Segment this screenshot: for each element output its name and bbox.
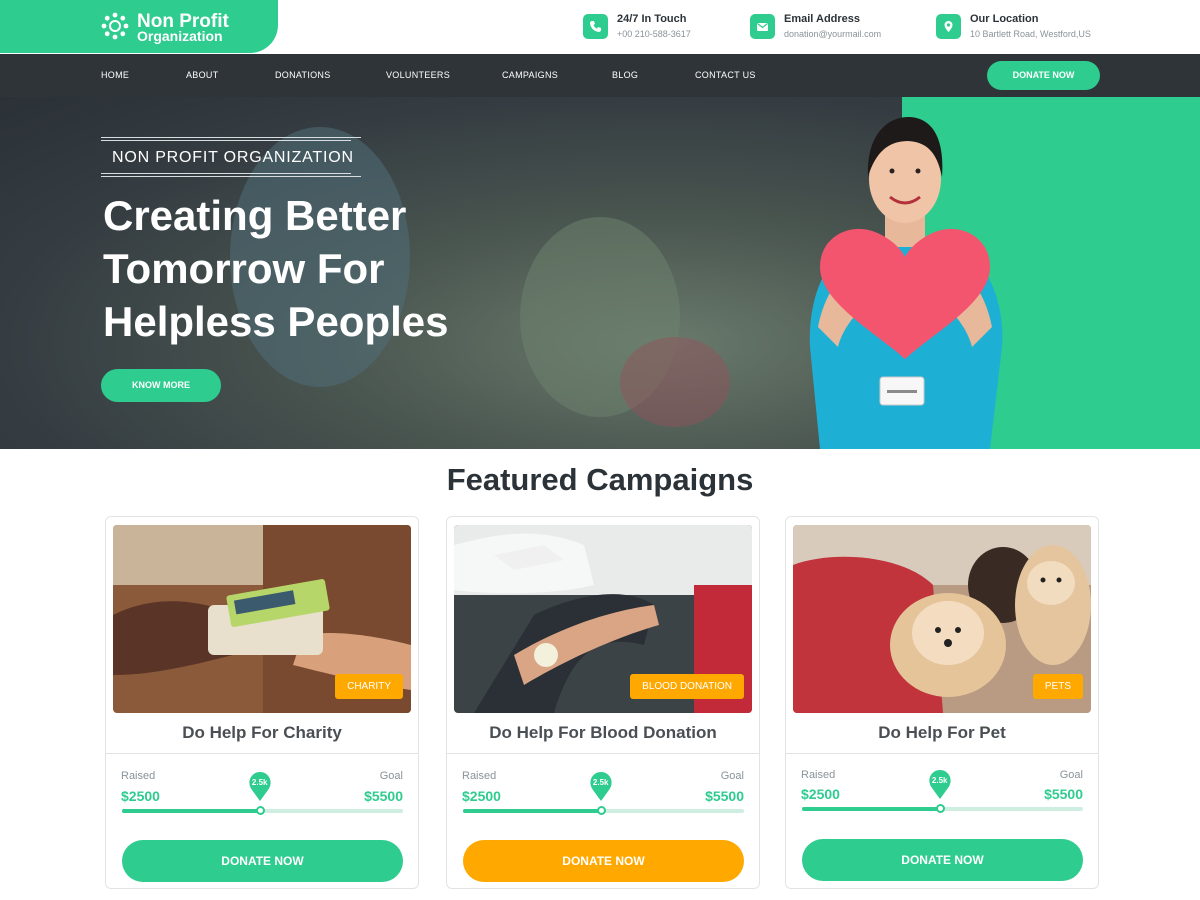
goal-label: Goal — [1059, 769, 1083, 781]
category-tag: PETS — [1032, 674, 1083, 699]
nav-item-home[interactable]: HOME — [101, 70, 129, 80]
hero-heading-line: Helpless Peoples — [103, 298, 449, 345]
mail-icon — [750, 14, 775, 39]
hero-banner: NON PROFIT ORGANIZATION Creating Better … — [0, 97, 1200, 449]
map-pin-icon — [929, 770, 951, 799]
progress-fill — [122, 809, 260, 813]
progress-bar: 2.5k — [463, 772, 744, 815]
divider — [106, 753, 418, 754]
nav-item-blog[interactable]: BLOG — [612, 70, 638, 80]
progress-marker: 2.5k — [928, 770, 952, 800]
divider — [447, 753, 759, 754]
campaign-image[interactable]: PETS — [793, 525, 1091, 713]
campaign-card-pets: PETS Do Help For Pet Raised Goal $2500 $… — [785, 516, 1099, 889]
nav-item-about[interactable]: ABOUT — [186, 70, 219, 80]
progress-marker: 2.5k — [248, 772, 272, 802]
campaign-card-blood-donation: BLOOD DONATION Do Help For Blood Donatio… — [446, 516, 760, 889]
hero-heading-line: Creating Better — [103, 192, 407, 239]
hero-tagline-frame: NON PROFIT ORGANIZATION — [101, 137, 361, 177]
phone-icon — [583, 14, 608, 39]
goal-amount: $5500 — [705, 788, 744, 804]
progress-marker: 2.5k — [589, 772, 613, 802]
goal-label: Goal — [720, 770, 744, 782]
nav-item-donations[interactable]: DONATIONS — [275, 70, 331, 80]
hero-background-shape — [620, 337, 730, 427]
nav-item-campaigns[interactable]: CAMPAIGNS — [502, 70, 558, 80]
contact-value[interactable]: +00 210-588-3617 — [617, 29, 691, 39]
raised-label: Raised — [801, 769, 836, 781]
progress-bar: 2.5k — [122, 772, 403, 815]
section-title: Featured Campaigns — [446, 462, 754, 497]
campaign-title[interactable]: Do Help For Charity — [106, 723, 418, 743]
raised-label: Raised — [462, 770, 497, 782]
progress-fill — [463, 809, 601, 813]
nav-item-volunteers[interactable]: VOLUNTEERS — [386, 70, 450, 80]
category-tag: CHARITY — [335, 674, 403, 699]
divider — [101, 140, 351, 141]
campaign-card-charity: CHARITY Do Help For Charity Raised Goal … — [105, 516, 419, 889]
hero-tagline: NON PROFIT ORGANIZATION — [112, 149, 354, 166]
nav-item-contact-us[interactable]: CONTACT US — [695, 70, 756, 80]
campaign-title[interactable]: Do Help For Blood Donation — [447, 723, 759, 743]
know-more-button[interactable]: KNOW MORE — [101, 369, 221, 402]
donate-now-button[interactable]: DONATE NOW — [122, 840, 403, 882]
brand-subname: Organization — [137, 28, 223, 44]
location-pin-icon — [936, 14, 961, 39]
logo[interactable]: Non Profit Organization — [0, 0, 278, 53]
raised-amount: $2500 — [121, 788, 160, 804]
contact-value[interactable]: donation@yourmail.com — [784, 29, 881, 39]
contact-title: Email Address — [784, 13, 861, 25]
contact-value: 10 Bartlett Road, Westford,US — [970, 29, 1091, 39]
progress-marker-label: 2.5k — [592, 778, 609, 787]
campaign-image[interactable]: BLOOD DONATION — [454, 525, 752, 713]
contact-title: Our Location — [970, 13, 1039, 25]
main-nav: HOME ABOUT DONATIONS VOLUNTEERS CAMPAIGN… — [0, 54, 1200, 97]
nav-donate-button[interactable]: DONATE NOW — [987, 61, 1100, 90]
hero-heading: Creating Better Tomorrow For Helpless Pe… — [103, 189, 603, 348]
divider — [101, 137, 361, 138]
raised-amount: $2500 — [801, 786, 840, 802]
contact-title: 24/7 In Touch — [617, 13, 687, 25]
progress-knob — [935, 804, 945, 813]
divider — [101, 176, 361, 177]
hero-heading-line: Tomorrow For — [103, 245, 385, 292]
map-pin-icon — [249, 772, 271, 801]
progress-marker-label: 2.5k — [931, 776, 948, 785]
volunteer-with-heart-image — [809, 117, 1003, 449]
progress-knob — [255, 806, 265, 815]
goal-amount: $5500 — [364, 788, 403, 804]
divider — [786, 753, 1098, 754]
donate-now-button[interactable]: DONATE NOW — [463, 840, 744, 882]
top-bar: Non Profit Organization 24/7 In Touch +0… — [0, 0, 1200, 54]
goal-label: Goal — [379, 770, 403, 782]
goal-amount: $5500 — [1044, 786, 1083, 802]
map-pin-icon — [590, 772, 612, 801]
divider — [101, 173, 351, 174]
progress-knob — [596, 806, 606, 815]
campaign-image[interactable]: CHARITY — [113, 525, 411, 713]
progress-bar: 2.5k — [802, 770, 1083, 813]
raised-label: Raised — [121, 770, 156, 782]
campaign-title[interactable]: Do Help For Pet — [786, 723, 1098, 743]
raised-amount: $2500 — [462, 788, 501, 804]
progress-fill — [802, 807, 940, 811]
category-tag: BLOOD DONATION — [630, 674, 744, 699]
flower-logo-icon — [101, 12, 129, 40]
progress-marker-label: 2.5k — [251, 778, 268, 787]
donate-now-button[interactable]: DONATE NOW — [802, 839, 1083, 881]
